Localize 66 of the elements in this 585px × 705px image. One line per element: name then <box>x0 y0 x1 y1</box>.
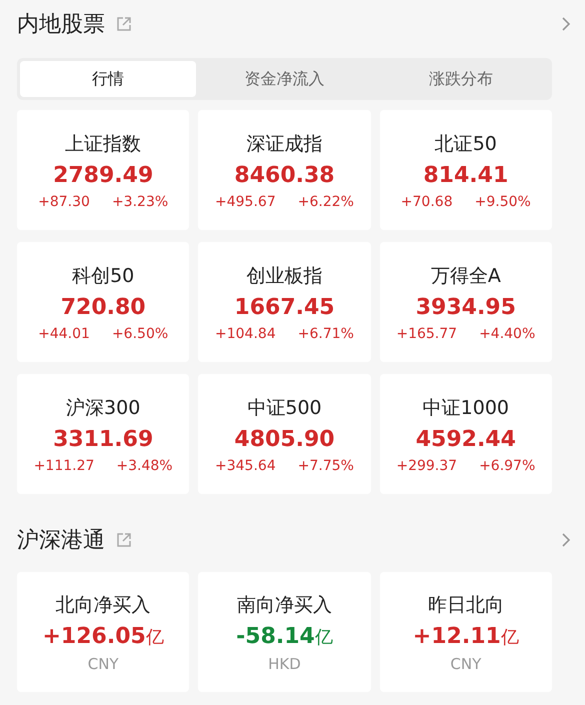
tab[interactable]: 资金净流入 <box>196 61 373 97</box>
index-card[interactable]: 中证500 4805.90 +345.64 +7.75% <box>198 374 371 494</box>
index-value: 2789.49 <box>53 162 154 188</box>
change-amount: +87.30 <box>38 194 90 210</box>
change-percent: +6.22% <box>298 194 354 210</box>
change-percent: +3.48% <box>116 458 173 474</box>
index-name: 深证成指 <box>246 132 322 156</box>
index-name: 中证1000 <box>422 396 509 420</box>
index-value: 8460.38 <box>234 162 335 188</box>
flow-name: 昨日北向 <box>428 592 504 618</box>
index-card[interactable]: 上证指数 2789.49 +87.30 +3.23% <box>17 110 190 230</box>
chevron-right-icon[interactable] <box>560 15 572 33</box>
change-amount: +299.37 <box>396 458 458 474</box>
flow-card[interactable]: 昨日北向 +12.11亿 CNY <box>380 572 552 692</box>
change-percent: +6.50% <box>112 326 168 342</box>
index-value: 720.80 <box>60 294 146 320</box>
currency: HKD <box>268 654 301 672</box>
index-value: 1667.45 <box>234 294 335 320</box>
change-amount: +70.68 <box>400 194 453 210</box>
currency: CNY <box>88 654 119 672</box>
index-card[interactable]: 深证成指 8460.38 +495.67 +6.22% <box>198 110 371 230</box>
index-card[interactable]: 科创50 720.80 +44.01 +6.50% <box>17 242 190 362</box>
change-amount: +495.67 <box>215 194 276 210</box>
flow-name: 南向净买入 <box>236 592 332 618</box>
index-card[interactable]: 万得全A 3934.95 +165.77 +4.40% <box>380 242 552 362</box>
change-percent: +3.23% <box>112 194 168 210</box>
index-card[interactable]: 创业板指 1667.45 +104.84 +6.71% <box>198 242 371 362</box>
index-card[interactable]: 中证1000 4592.44 +299.37 +6.97% <box>380 374 552 494</box>
index-name: 科创50 <box>72 264 134 288</box>
change-percent: +6.97% <box>479 458 536 474</box>
index-name: 万得全A <box>430 264 501 288</box>
tab[interactable]: 行情 <box>20 61 196 97</box>
index-name: 北证50 <box>434 132 497 156</box>
index-value: 814.41 <box>423 162 508 188</box>
flow-value: -58.14亿 <box>236 624 333 648</box>
section-title: 沪深港通 <box>17 527 105 555</box>
change-amount: +345.64 <box>215 458 276 474</box>
index-card[interactable]: 北证50 814.41 +70.68 +9.50% <box>380 110 552 230</box>
chevron-right-icon[interactable] <box>560 531 572 549</box>
index-value: 3934.95 <box>416 294 516 320</box>
flow-name: 北向净买入 <box>56 592 151 618</box>
change-percent: +6.71% <box>298 326 354 342</box>
change-amount: +44.01 <box>38 326 90 342</box>
index-name: 中证500 <box>247 396 322 420</box>
flow-card[interactable]: 南向净买入 -58.14亿 HKD <box>198 572 371 692</box>
change-percent: +4.40% <box>479 326 536 342</box>
share-icon[interactable] <box>115 15 133 33</box>
index-value: 3311.69 <box>53 426 154 452</box>
index-name: 创业板指 <box>246 264 322 288</box>
index-card[interactable]: 沪深300 3311.69 +111.27 +3.48% <box>17 374 190 494</box>
flow-value: +126.05亿 <box>42 624 164 648</box>
change-amount: +111.27 <box>34 458 94 474</box>
change-percent: +7.75% <box>298 458 354 474</box>
index-value: 4592.44 <box>416 426 516 452</box>
change-amount: +104.84 <box>215 326 276 342</box>
section-title: 内地股票 <box>17 11 105 39</box>
index-name: 沪深300 <box>66 396 140 420</box>
currency: CNY <box>450 654 482 672</box>
index-name: 上证指数 <box>65 132 142 156</box>
tab[interactable]: 涨跌分布 <box>372 61 549 97</box>
index-value: 4805.90 <box>234 426 335 452</box>
change-percent: +9.50% <box>474 194 531 210</box>
flow-card[interactable]: 北向净买入 +126.05亿 CNY <box>17 572 190 692</box>
change-amount: +165.77 <box>396 326 458 342</box>
share-icon[interactable] <box>115 531 133 549</box>
flow-value: +12.11亿 <box>412 624 519 648</box>
